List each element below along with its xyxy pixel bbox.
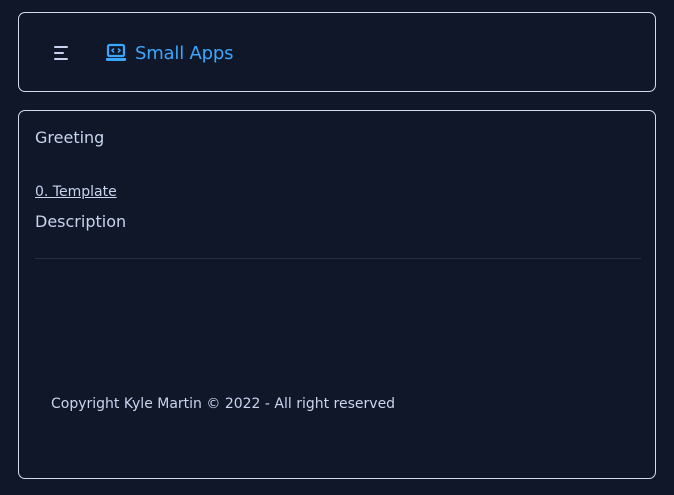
app-root: Small Apps Greeting 0. Template Descript… (0, 0, 674, 495)
brand-link[interactable]: Small Apps (105, 40, 233, 66)
brand-label: Small Apps (135, 42, 234, 64)
laptop-code-icon (105, 43, 127, 63)
content-card: Greeting 0. Template Description Copyrig… (18, 110, 656, 479)
template-link[interactable]: 0. Template (35, 184, 117, 200)
navbar: Small Apps (18, 12, 656, 92)
menu-button[interactable] (52, 44, 72, 62)
copyright-footer: Copyright Kyle Martin © 2022 - All right… (51, 396, 396, 412)
description-heading: Description (35, 212, 127, 231)
divider (35, 258, 641, 259)
menu-icon (54, 46, 68, 48)
greeting-heading: Greeting (35, 128, 105, 147)
